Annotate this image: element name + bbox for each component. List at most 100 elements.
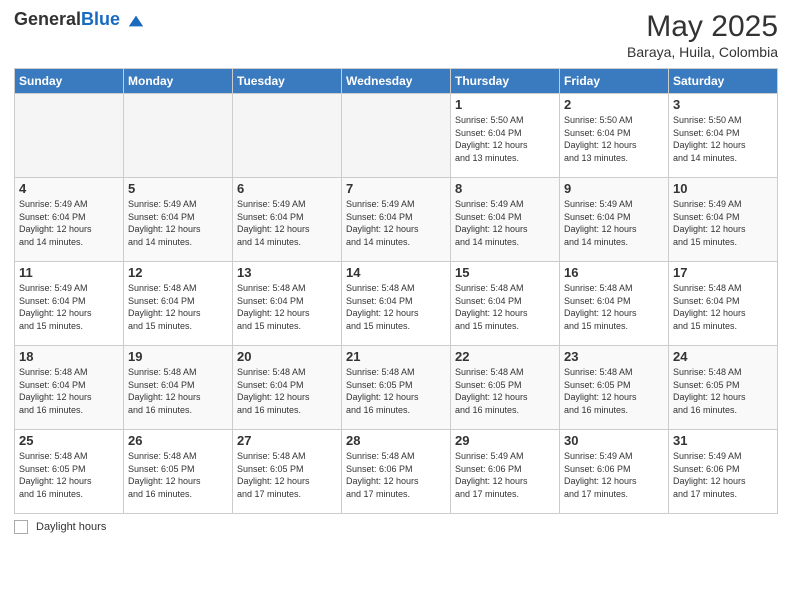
day-info: Sunrise: 5:49 AM Sunset: 6:04 PM Dayligh… [564, 198, 664, 248]
calendar-cell: 16 Sunrise: 5:48 AM Sunset: 6:04 PM Dayli… [560, 262, 669, 346]
footer: Daylight hours [14, 520, 778, 534]
day-number: 3 [673, 97, 773, 112]
day-info: Sunrise: 5:48 AM Sunset: 6:04 PM Dayligh… [19, 366, 119, 416]
day-number: 6 [237, 181, 337, 196]
calendar-cell [233, 94, 342, 178]
calendar-cell: 15 Sunrise: 5:48 AM Sunset: 6:04 PM Dayli… [451, 262, 560, 346]
calendar-cell: 9 Sunrise: 5:49 AM Sunset: 6:04 PM Daylig… [560, 178, 669, 262]
day-number: 20 [237, 349, 337, 364]
day-number: 18 [19, 349, 119, 364]
weekday-header-wednesday: Wednesday [342, 69, 451, 94]
calendar-cell: 13Sunrise: 5:48 AM Sunset: 6:04 PM Dayli… [233, 262, 342, 346]
calendar-cell: 6 Sunrise: 5:49 AM Sunset: 6:04 PM Daylig… [233, 178, 342, 262]
calendar-cell: 10 Sunrise: 5:49 AM Sunset: 6:04 PM Dayli… [669, 178, 778, 262]
calendar-cell: 30Sunrise: 5:49 AM Sunset: 6:06 PM Dayli… [560, 430, 669, 514]
day-number: 16 [564, 265, 664, 280]
weekday-header-friday: Friday [560, 69, 669, 94]
day-number: 4 [19, 181, 119, 196]
day-info: Sunrise: 5:48 AM Sunset: 6:05 PM Dayligh… [19, 450, 119, 500]
calendar-cell: 8Sunrise: 5:49 AM Sunset: 6:04 PM Daylig… [451, 178, 560, 262]
calendar-cell: 4 Sunrise: 5:49 AM Sunset: 6:04 PM Daylig… [15, 178, 124, 262]
calendar-table: SundayMondayTuesdayWednesdayThursdayFrid… [14, 68, 778, 514]
calendar-cell: 2 Sunrise: 5:50 AM Sunset: 6:04 PM Daylig… [560, 94, 669, 178]
logo-general-text: General [14, 9, 81, 29]
title-block: May 2025 Baraya, Huila, Colombia [627, 10, 778, 60]
day-info: Sunrise: 5:48 AM Sunset: 6:05 PM Dayligh… [128, 450, 228, 500]
calendar-cell: 23 Sunrise: 5:48 AM Sunset: 6:05 PM Dayli… [560, 346, 669, 430]
day-info: Sunrise: 5:48 AM Sunset: 6:05 PM Dayligh… [564, 366, 664, 416]
weekday-header-thursday: Thursday [451, 69, 560, 94]
logo-blue-text: Blue [81, 9, 120, 29]
day-number: 10 [673, 181, 773, 196]
calendar-cell: 29 Sunrise: 5:49 AM Sunset: 6:06 PM Dayli… [451, 430, 560, 514]
legend-box [14, 520, 28, 534]
weekday-header-monday: Monday [124, 69, 233, 94]
calendar-cell [124, 94, 233, 178]
calendar-cell: 1 Sunrise: 5:50 AM Sunset: 6:04 PM Daylig… [451, 94, 560, 178]
calendar-cell: 11Sunrise: 5:49 AM Sunset: 6:04 PM Dayli… [15, 262, 124, 346]
day-info: Sunrise: 5:49 AM Sunset: 6:04 PM Dayligh… [19, 198, 119, 248]
day-number: 23 [564, 349, 664, 364]
calendar-cell: 14Sunrise: 5:48 AM Sunset: 6:04 PM Dayli… [342, 262, 451, 346]
day-number: 9 [564, 181, 664, 196]
day-info: Sunrise: 5:48 AM Sunset: 6:04 PM Dayligh… [128, 282, 228, 332]
calendar-cell: 24Sunrise: 5:48 AM Sunset: 6:05 PM Dayli… [669, 346, 778, 430]
day-info: Sunrise: 5:48 AM Sunset: 6:06 PM Dayligh… [346, 450, 446, 500]
day-info: Sunrise: 5:48 AM Sunset: 6:04 PM Dayligh… [673, 282, 773, 332]
day-number: 11 [19, 265, 119, 280]
day-info: Sunrise: 5:50 AM Sunset: 6:04 PM Dayligh… [564, 114, 664, 164]
day-number: 30 [564, 433, 664, 448]
day-info: Sunrise: 5:48 AM Sunset: 6:05 PM Dayligh… [455, 366, 555, 416]
day-number: 1 [455, 97, 555, 112]
weekday-header-saturday: Saturday [669, 69, 778, 94]
day-number: 17 [673, 265, 773, 280]
calendar-cell [342, 94, 451, 178]
calendar-cell: 28Sunrise: 5:48 AM Sunset: 6:06 PM Dayli… [342, 430, 451, 514]
day-info: Sunrise: 5:48 AM Sunset: 6:04 PM Dayligh… [564, 282, 664, 332]
calendar-cell: 12 Sunrise: 5:48 AM Sunset: 6:04 PM Dayli… [124, 262, 233, 346]
day-number: 14 [346, 265, 446, 280]
week-row-1: 1 Sunrise: 5:50 AM Sunset: 6:04 PM Daylig… [15, 94, 778, 178]
calendar-cell: 21 Sunrise: 5:48 AM Sunset: 6:05 PM Dayli… [342, 346, 451, 430]
day-info: Sunrise: 5:49 AM Sunset: 6:04 PM Dayligh… [346, 198, 446, 248]
day-info: Sunrise: 5:48 AM Sunset: 6:05 PM Dayligh… [237, 450, 337, 500]
header: GeneralBlue May 2025 Baraya, Huila, Colo… [14, 10, 778, 60]
day-number: 21 [346, 349, 446, 364]
day-info: Sunrise: 5:49 AM Sunset: 6:04 PM Dayligh… [673, 198, 773, 248]
day-number: 25 [19, 433, 119, 448]
day-info: Sunrise: 5:49 AM Sunset: 6:04 PM Dayligh… [455, 198, 555, 248]
day-info: Sunrise: 5:48 AM Sunset: 6:04 PM Dayligh… [237, 282, 337, 332]
calendar-cell: 27 Sunrise: 5:48 AM Sunset: 6:05 PM Dayli… [233, 430, 342, 514]
calendar-subtitle: Baraya, Huila, Colombia [627, 44, 778, 60]
week-row-5: 25 Sunrise: 5:48 AM Sunset: 6:05 PM Dayli… [15, 430, 778, 514]
week-row-4: 18 Sunrise: 5:48 AM Sunset: 6:04 PM Dayli… [15, 346, 778, 430]
calendar-cell: 26 Sunrise: 5:48 AM Sunset: 6:05 PM Dayli… [124, 430, 233, 514]
day-info: Sunrise: 5:50 AM Sunset: 6:04 PM Dayligh… [455, 114, 555, 164]
page: GeneralBlue May 2025 Baraya, Huila, Colo… [0, 0, 792, 612]
day-info: Sunrise: 5:48 AM Sunset: 6:04 PM Dayligh… [237, 366, 337, 416]
logo-icon [127, 12, 145, 30]
calendar-cell: 5Sunrise: 5:49 AM Sunset: 6:04 PM Daylig… [124, 178, 233, 262]
day-number: 31 [673, 433, 773, 448]
day-number: 15 [455, 265, 555, 280]
weekday-header-tuesday: Tuesday [233, 69, 342, 94]
calendar-cell: 18 Sunrise: 5:48 AM Sunset: 6:04 PM Dayli… [15, 346, 124, 430]
week-row-3: 11Sunrise: 5:49 AM Sunset: 6:04 PM Dayli… [15, 262, 778, 346]
day-number: 29 [455, 433, 555, 448]
legend-label: Daylight hours [36, 521, 106, 533]
calendar-cell: 25 Sunrise: 5:48 AM Sunset: 6:05 PM Dayli… [15, 430, 124, 514]
day-info: Sunrise: 5:49 AM Sunset: 6:06 PM Dayligh… [455, 450, 555, 500]
calendar-cell: 17 Sunrise: 5:48 AM Sunset: 6:04 PM Dayli… [669, 262, 778, 346]
day-number: 12 [128, 265, 228, 280]
day-info: Sunrise: 5:48 AM Sunset: 6:05 PM Dayligh… [346, 366, 446, 416]
day-number: 22 [455, 349, 555, 364]
calendar-cell: 3Sunrise: 5:50 AM Sunset: 6:04 PM Daylig… [669, 94, 778, 178]
day-number: 27 [237, 433, 337, 448]
day-info: Sunrise: 5:48 AM Sunset: 6:04 PM Dayligh… [455, 282, 555, 332]
day-number: 26 [128, 433, 228, 448]
day-number: 2 [564, 97, 664, 112]
day-info: Sunrise: 5:49 AM Sunset: 6:04 PM Dayligh… [237, 198, 337, 248]
calendar-cell: 22 Sunrise: 5:48 AM Sunset: 6:05 PM Dayli… [451, 346, 560, 430]
day-number: 7 [346, 181, 446, 196]
day-number: 5 [128, 181, 228, 196]
